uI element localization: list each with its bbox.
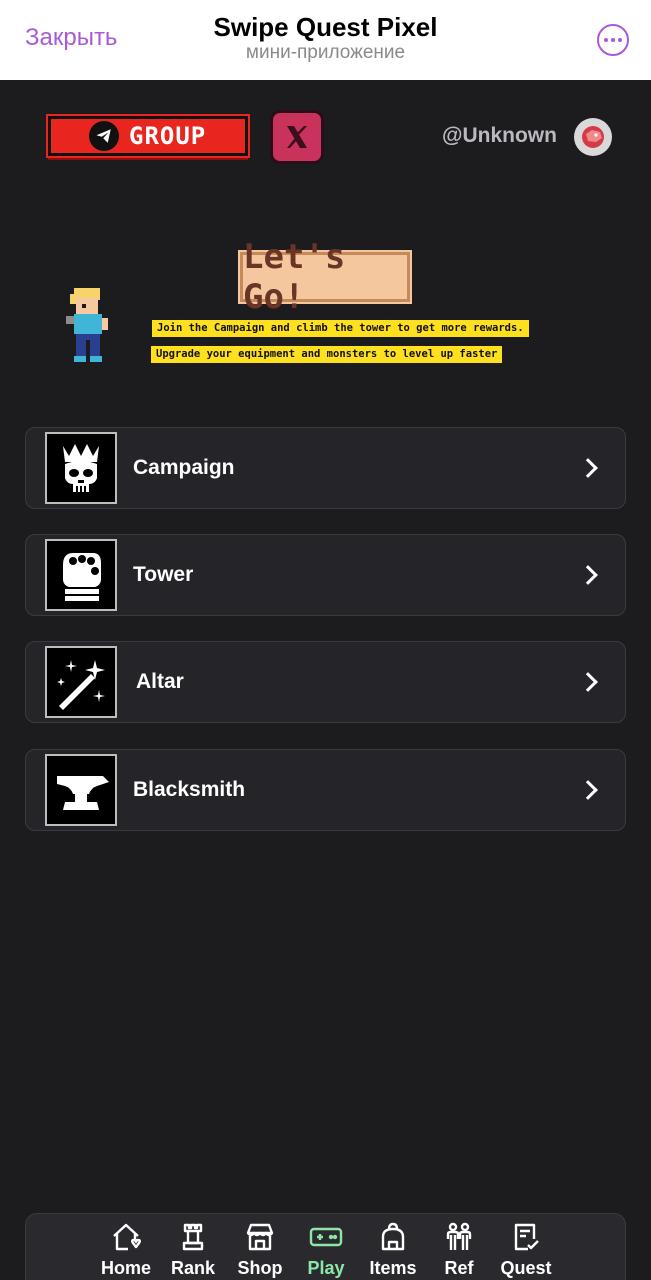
nav-label-quest: Quest — [500, 1258, 552, 1278]
menu-label-campaign: Campaign — [133, 456, 235, 479]
username: @Unknown — [442, 124, 557, 147]
magic-wand-icon — [45, 646, 117, 718]
telegram-icon — [89, 121, 119, 151]
crowned-skull-icon — [45, 432, 117, 504]
nav-item-items[interactable]: Items — [358, 1220, 428, 1279]
home-icon — [109, 1220, 143, 1254]
checklist-icon — [509, 1220, 543, 1254]
app-subtitle: мини-приложение — [245, 42, 406, 63]
dots-icon — [604, 38, 608, 42]
nav-label-play: Play — [307, 1258, 345, 1278]
friends-icon — [442, 1220, 476, 1254]
x-logo-icon[interactable] — [270, 110, 324, 164]
anvil-icon — [45, 754, 117, 826]
tip-upgrade: Upgrade your equipment and monsters to l… — [151, 346, 503, 363]
chevron-right-icon — [578, 458, 598, 478]
menu-label-altar: Altar — [136, 670, 184, 693]
backpack-icon — [376, 1220, 410, 1254]
dragon-avatar-icon[interactable] — [574, 118, 612, 156]
menu-label-tower: Tower — [133, 563, 194, 586]
gauntlet-fist-icon — [45, 539, 117, 611]
nav-item-shop[interactable]: Shop — [225, 1220, 295, 1279]
gamepad-icon — [309, 1220, 343, 1254]
more-options-button[interactable] — [597, 24, 629, 56]
chevron-right-icon — [578, 780, 598, 800]
menu-item-blacksmith[interactable]: Blacksmith — [25, 749, 626, 831]
nav-item-home[interactable]: Home — [91, 1220, 161, 1279]
tip-campaign: Join the Campaign and climb the tower to… — [152, 320, 529, 337]
app-title: Swipe Quest Pixel — [213, 12, 438, 42]
nav-item-rank[interactable]: Rank — [158, 1220, 228, 1279]
chevron-right-icon — [578, 672, 598, 692]
nav-label-rank: Rank — [170, 1258, 215, 1278]
nav-label-home: Home — [100, 1258, 151, 1278]
bottom-nav: Home Rank Shop Play Items Ref Quest — [25, 1213, 626, 1280]
nav-label-items: Items — [369, 1258, 417, 1278]
menu-item-tower[interactable]: Tower — [25, 534, 626, 616]
title-block: Swipe Quest Pixel мини-приложение — [0, 12, 651, 64]
shop-icon — [243, 1220, 277, 1254]
mini-app-header: Закрыть Swipe Quest Pixel мини-приложени… — [0, 0, 651, 80]
menu-label-blacksmith: Blacksmith — [133, 778, 246, 801]
group-label: GROUP — [129, 122, 207, 150]
group-button[interactable]: GROUP — [48, 116, 248, 156]
menu-item-altar[interactable]: Altar — [25, 641, 626, 723]
lets-go-banner: Let's Go! — [240, 237, 410, 317]
nav-item-play[interactable]: Play — [291, 1220, 361, 1279]
chevron-right-icon — [578, 565, 598, 585]
nav-item-quest[interactable]: Quest — [491, 1220, 561, 1279]
pixel-hero-icon — [62, 286, 114, 364]
nav-item-ref[interactable]: Ref — [424, 1220, 494, 1279]
nav-label-ref: Ref — [444, 1258, 474, 1278]
chess-rook-icon — [176, 1220, 210, 1254]
nav-label-shop: Shop — [237, 1258, 283, 1278]
menu-item-campaign[interactable]: Campaign — [25, 427, 626, 509]
